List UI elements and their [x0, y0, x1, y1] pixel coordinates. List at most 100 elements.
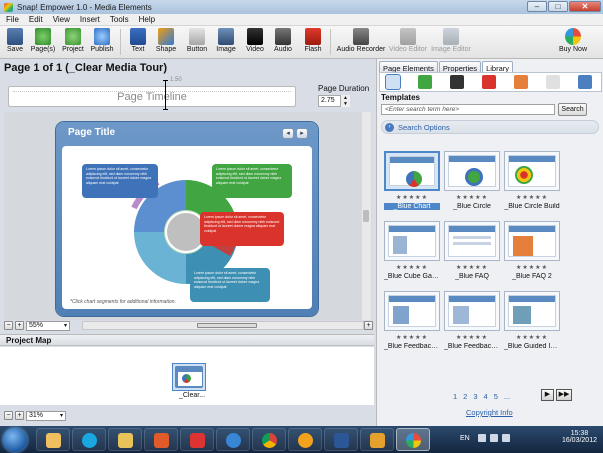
button-button[interactable]: Button — [184, 28, 210, 53]
template-card[interactable]: ★★★★★ _Blue Circle Build — [504, 151, 560, 215]
template-card[interactable]: ★★★★★ _Blue Feedback ... — [384, 291, 440, 355]
page-link-1[interactable]: 1 — [453, 392, 457, 401]
taskbar-chrome[interactable] — [252, 428, 286, 451]
tray-icon[interactable] — [478, 434, 486, 442]
image-label: Image — [216, 46, 236, 53]
menu-edit[interactable]: Edit — [29, 15, 43, 24]
blank-category-icon[interactable] — [546, 75, 560, 89]
network-icon[interactable] — [490, 434, 498, 442]
next-page-button[interactable]: ▶ — [541, 389, 554, 401]
buttons-category-icon[interactable] — [482, 75, 496, 89]
slide-forward-button[interactable]: ▸ — [296, 128, 308, 139]
callout-red[interactable]: Lorem ipsum dolor sit amet, consectetur … — [200, 212, 284, 246]
scroll-thumb[interactable] — [363, 210, 369, 222]
audio-button[interactable]: Audio — [272, 28, 294, 53]
flash-button[interactable]: Flash — [302, 28, 324, 53]
maximize-button[interactable]: □ — [548, 1, 568, 12]
scroll-thumb[interactable] — [197, 323, 257, 328]
menu-insert[interactable]: Insert — [80, 15, 100, 24]
canvas-vertical-scrollbar[interactable] — [362, 112, 371, 320]
audio-icon — [275, 28, 291, 45]
map-zoom-select[interactable]: 31% — [26, 410, 66, 421]
start-button[interactable] — [3, 428, 27, 452]
tab-properties[interactable]: Properties — [438, 61, 482, 73]
callout-green[interactable]: Lorem ipsum dolor sit amet, consectetur … — [212, 164, 292, 198]
taskbar-outlook[interactable] — [360, 428, 394, 451]
save-button[interactable]: Save — [6, 28, 24, 53]
taskbar-word[interactable] — [324, 428, 358, 451]
slide-back-button[interactable]: ◂ — [282, 128, 294, 139]
menu-help[interactable]: Help — [139, 15, 155, 24]
menu-view[interactable]: View — [53, 15, 70, 24]
template-rating: ★★★★★ — [396, 195, 428, 201]
page-link-5[interactable]: 5 — [494, 392, 498, 401]
window-title: Snap! Empower 1.0 - Media Elements — [17, 2, 152, 12]
editor-canvas[interactable]: Page Title ◂ ▸ Lorem ipsum dolor sit ame… — [4, 112, 372, 320]
volume-icon[interactable] — [502, 434, 510, 442]
page-duration-spinner[interactable]: ▲ ▼ — [340, 95, 350, 107]
map-zoom-in-button[interactable]: + — [15, 411, 24, 420]
page-link-2[interactable]: 2 — [463, 392, 467, 401]
taskbar-ie[interactable] — [216, 428, 250, 451]
taskbar-skype[interactable] — [72, 428, 106, 451]
shape-button[interactable]: Shape — [154, 28, 178, 53]
taskbar-app[interactable] — [144, 428, 178, 451]
tab-library[interactable]: Library — [482, 61, 513, 73]
text-button[interactable]: Text — [128, 28, 148, 53]
page-link-3[interactable]: 3 — [473, 392, 477, 401]
templates-category-icon[interactable] — [385, 74, 401, 90]
page-link-4[interactable]: 4 — [484, 392, 488, 401]
fit-canvas-button[interactable]: + — [364, 321, 373, 330]
template-search-input[interactable]: <Enter search term here> — [381, 104, 555, 115]
taskbar-snap-empower[interactable] — [396, 428, 430, 451]
video-button[interactable]: Video — [244, 28, 266, 53]
image-button[interactable]: Image — [214, 28, 238, 53]
search-options-bar[interactable]: › Search Options — [381, 120, 599, 134]
template-card[interactable]: ★★★★★ _Blue FAQ 2 — [504, 221, 560, 285]
language-indicator[interactable]: EN — [460, 435, 470, 442]
template-card[interactable]: ★★★★★ _Blue FAQ — [444, 221, 500, 285]
copyright-link[interactable]: Copyright Info — [466, 408, 513, 417]
shape-label: Shape — [155, 46, 177, 53]
media-category-icon[interactable] — [450, 75, 464, 89]
effects-category-icon[interactable] — [514, 75, 528, 89]
tab-page-elements[interactable]: Page Elements — [379, 61, 438, 73]
tools-category-icon[interactable] — [578, 75, 592, 89]
video-editor-button[interactable]: Video Editor — [388, 28, 428, 53]
minimize-button[interactable]: – — [527, 1, 547, 12]
search-button[interactable]: Search — [558, 103, 587, 116]
project-button[interactable]: Project — [60, 28, 86, 53]
template-card[interactable]: ★★★★★ _Blue Guided Im... — [504, 291, 560, 355]
template-card[interactable]: ★★★★★ _Blue Chart — [384, 151, 440, 215]
close-button[interactable]: ✕ — [569, 1, 601, 12]
canvas-zoom-select[interactable]: 55% — [26, 320, 70, 331]
clock[interactable]: 15:38 16/03/2012 — [562, 430, 597, 444]
menu-file[interactable]: File — [6, 15, 19, 24]
taskbar-app[interactable] — [288, 428, 322, 451]
canvas-horizontal-scrollbar[interactable] — [82, 321, 364, 330]
skype-icon — [82, 433, 97, 448]
publish-button[interactable]: Publish — [88, 28, 116, 53]
buy-now-button[interactable]: Buy Now — [558, 28, 588, 53]
callout-teal[interactable]: Lorem ipsum dolor sit amet, consectetur … — [190, 268, 270, 302]
zoom-in-button[interactable]: + — [15, 321, 24, 330]
pages-button[interactable]: Page(s) — [30, 28, 56, 53]
menu-tools[interactable]: Tools — [110, 15, 129, 24]
page-timeline[interactable]: Page Timeline — [8, 86, 296, 107]
zoom-out-button[interactable]: − — [4, 321, 13, 330]
taskbar-folder[interactable] — [108, 428, 142, 451]
taskbar-explorer[interactable] — [36, 428, 70, 451]
last-page-button[interactable]: ▶▶ — [556, 389, 572, 401]
template-card[interactable]: ★★★★★ _Blue Circle — [444, 151, 500, 215]
map-zoom-out-button[interactable]: − — [4, 411, 13, 420]
callout-blue[interactable]: Lorem ipsum dolor sit amet, consectetur … — [82, 164, 158, 198]
audio-recorder-button[interactable]: Audio Recorder — [336, 28, 386, 53]
page-thumbnail[interactable] — [172, 363, 206, 391]
template-card[interactable]: ★★★★★ _Blue Cube Gall... — [384, 221, 440, 285]
shapes-category-icon[interactable] — [418, 75, 432, 89]
taskbar-app[interactable] — [180, 428, 214, 451]
template-card[interactable]: ★★★★★ _Blue Feedback ... — [444, 291, 500, 355]
slide-title[interactable]: Page Title — [68, 127, 115, 138]
image-editor-button[interactable]: Image Editor — [430, 28, 472, 53]
page-link-more[interactable]: ... — [504, 392, 510, 401]
